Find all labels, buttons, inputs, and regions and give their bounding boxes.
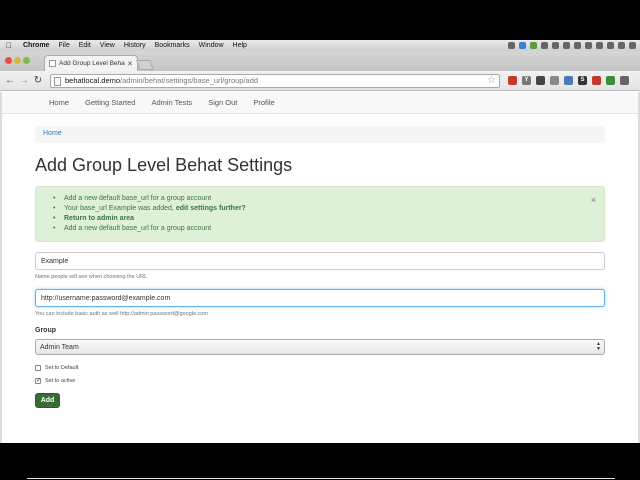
back-arrow-icon[interactable]: ← — [4, 75, 16, 87]
nav-admin-tests[interactable]: Admin Tests — [151, 98, 192, 107]
mac-menubar:  Chrome File Edit View History Bookmark… — [0, 40, 640, 51]
window-maximize-button[interactable] — [23, 57, 30, 64]
base-url-input[interactable] — [35, 289, 605, 307]
browser-toolbar: ← → ↻ behatlocal.demo/admin/behat/settin… — [0, 71, 640, 91]
battery-icon[interactable] — [596, 42, 603, 49]
alert-item-2: Your base_url Example was added, edit se… — [53, 204, 604, 214]
chrome-menu-icon[interactable] — [620, 76, 629, 85]
set-default-row: Set to Default — [35, 363, 607, 373]
menu-view[interactable]: View — [100, 42, 115, 49]
name-input[interactable] — [35, 252, 605, 270]
wifi-icon[interactable] — [574, 42, 581, 49]
bluetooth-icon[interactable] — [563, 42, 570, 49]
bookmark-star-icon[interactable]: ☆ — [487, 75, 496, 87]
nav-home[interactable]: Home — [49, 98, 69, 107]
clock-icon[interactable] — [607, 42, 614, 49]
set-active-label: Set to active — [45, 378, 76, 384]
site-navbar: Home Getting Started Admin Tests Sign Ou… — [2, 92, 638, 114]
sync-icon[interactable] — [541, 42, 548, 49]
content-container: Home Add Group Level Behat Settings Add … — [35, 126, 607, 408]
extension-photo-icon[interactable] — [564, 76, 573, 85]
alert-item-2-text: Your base_url Example was added, — [64, 205, 174, 212]
extension-puzzle-icon[interactable] — [550, 76, 559, 85]
window-close-button[interactable] — [5, 57, 12, 64]
page-icon — [54, 76, 61, 86]
edit-settings-link[interactable]: edit settings further? — [176, 205, 246, 212]
record-icon[interactable] — [552, 42, 559, 49]
set-active-row: ✓ Set to active — [35, 376, 607, 386]
extension-y-icon[interactable]: Y — [522, 76, 531, 85]
tab-title: Add Group Level Behat Set — [59, 60, 126, 67]
evernote-icon[interactable] — [530, 42, 537, 49]
breadcrumb-home-link[interactable]: Home — [43, 130, 62, 137]
apple-icon[interactable]:  — [6, 41, 13, 50]
screen:  Chrome File Edit View History Bookmark… — [0, 0, 640, 480]
menu-history[interactable]: History — [124, 42, 146, 49]
volume-icon[interactable] — [585, 42, 592, 49]
alert-close-icon[interactable]: × — [591, 195, 596, 205]
group-select[interactable]: Admin Team ▲ ▼ — [35, 339, 605, 355]
success-alert: Add a new default base_url for a group a… — [35, 186, 605, 242]
alert-item-4: Add a new default base_url for a group a… — [53, 224, 604, 234]
nav-getting-started[interactable]: Getting Started — [85, 98, 135, 107]
url-path: /admin/behat/settings/base_url/group/add — [120, 76, 259, 85]
set-default-label: Set to Default — [45, 365, 79, 371]
tab-close-icon[interactable]: ✕ — [127, 60, 133, 68]
page-viewport: Home Getting Started Admin Tests Sign Ou… — [0, 92, 640, 479]
add-button[interactable]: Add — [35, 393, 60, 408]
group-label: Group — [35, 327, 56, 334]
menu-window[interactable]: Window — [199, 42, 224, 49]
menu-bookmarks[interactable]: Bookmarks — [155, 42, 190, 49]
nav-sign-out[interactable]: Sign Out — [208, 98, 237, 107]
set-active-checkbox[interactable]: ✓ — [35, 378, 41, 384]
extension-red-icon[interactable] — [508, 76, 517, 85]
browser-tab[interactable]: Add Group Level Behat Set ✕ — [44, 55, 138, 71]
tab-strip: Add Group Level Behat Set ✕ — [0, 51, 640, 71]
camera-icon[interactable] — [508, 42, 515, 49]
extension-s-icon[interactable]: S — [578, 76, 587, 85]
extension-bar: Y S — [508, 76, 634, 85]
url-help-text: You can include basic auth as well http:… — [35, 311, 208, 317]
dropbox-icon[interactable] — [519, 42, 526, 49]
group-selected-value: Admin Team — [40, 343, 79, 351]
spotlight-icon[interactable] — [618, 42, 625, 49]
forward-arrow-icon[interactable]: → — [18, 75, 30, 87]
name-help-text: Name people will see when choosing the U… — [35, 274, 148, 280]
window-minimize-button[interactable] — [14, 57, 21, 64]
extension-flag-icon[interactable] — [592, 76, 601, 85]
menu-help[interactable]: Help — [233, 42, 247, 49]
nav-profile[interactable]: Profile — [253, 98, 274, 107]
menu-edit[interactable]: Edit — [79, 42, 91, 49]
page-favicon-icon — [49, 60, 56, 67]
reload-icon[interactable]: ↻ — [32, 75, 44, 87]
footer-divider — [27, 478, 615, 479]
notification-icon[interactable] — [629, 42, 636, 49]
menu-file[interactable]: File — [58, 42, 69, 49]
url-host: behatlocal.demo — [65, 76, 121, 85]
alert-message-list: Add a new default base_url for a group a… — [53, 194, 604, 234]
alert-item-1: Add a new default base_url for a group a… — [53, 194, 604, 204]
extension-green-icon[interactable] — [606, 76, 615, 85]
extension-gear-icon[interactable] — [536, 76, 545, 85]
select-arrows-icon: ▲ ▼ — [596, 341, 601, 352]
status-tray — [504, 40, 636, 51]
return-admin-link[interactable]: Return to admin area — [53, 214, 604, 224]
browser-window: Add Group Level Behat Set ✕ ← → ↻ behatl… — [0, 51, 640, 479]
breadcrumb: Home — [35, 126, 605, 143]
menu-app-chrome[interactable]: Chrome — [23, 42, 49, 49]
new-tab-button[interactable] — [136, 60, 154, 70]
set-default-checkbox[interactable] — [35, 365, 41, 371]
address-bar[interactable]: behatlocal.demo/admin/behat/settings/bas… — [50, 73, 500, 88]
page-title: Add Group Level Behat Settings — [35, 155, 293, 175]
